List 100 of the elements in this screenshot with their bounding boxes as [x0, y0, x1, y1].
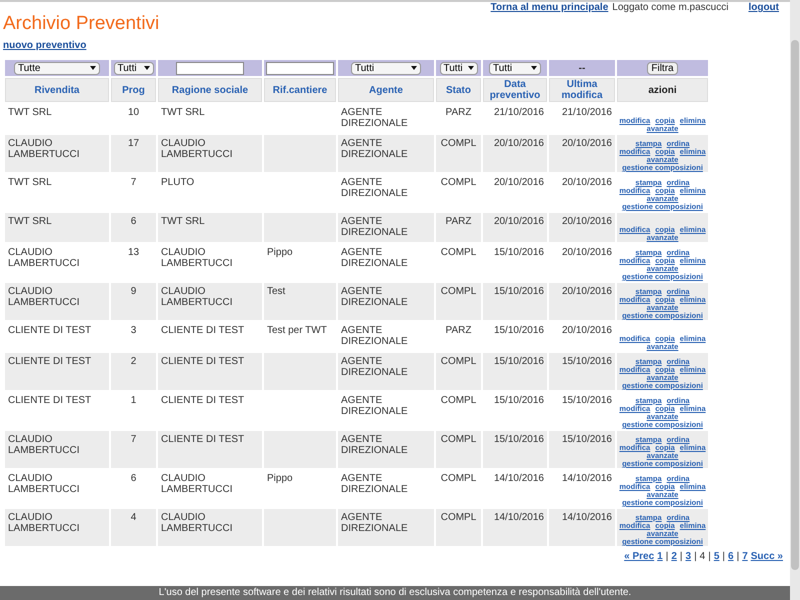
table-cell-text: COMPL [440, 473, 476, 484]
dropdown-arrow-icon [531, 66, 537, 70]
table-cell-text: 21/10/2016 [562, 107, 612, 118]
filter-select[interactable]: Tutti [114, 62, 154, 74]
table-cell-text: 15/10/2016 [494, 356, 544, 367]
page-link[interactable]: « Prec [624, 549, 654, 564]
table-cell-text: 6 [130, 473, 136, 484]
table-cell-text: 20/10/2016 [562, 138, 612, 149]
dropdown-arrow-icon [468, 66, 474, 70]
table-cell-text: 3 [130, 325, 136, 336]
table-cell-text: TWT SRL [8, 107, 52, 118]
table-cell-text: CLIENTE DI TEST [8, 356, 92, 367]
table-cell-text: PARZ [446, 107, 472, 118]
table-cell-text: 7 [130, 434, 136, 445]
filter-select[interactable]: Tutti [440, 62, 478, 74]
table-cell-text: COMPL [440, 356, 476, 367]
page-link[interactable]: 7 [742, 549, 748, 564]
table-cell-text: CLAUDIO LAMBERTUCCI [161, 286, 232, 308]
page-title: Archivio Preventivi [3, 13, 160, 35]
table-cell-text: COMPL [440, 138, 476, 149]
table-cell-text: AGENTE DIREZIONALE [341, 325, 408, 347]
scrollbar[interactable] [790, 0, 800, 600]
table-cell-text: 15/10/2016 [494, 434, 544, 445]
table-cell-text: AGENTE DIREZIONALE [341, 107, 408, 129]
filter-input[interactable] [176, 62, 244, 74]
table-cell-text: 17 [128, 138, 140, 149]
column-header[interactable]: Agente [338, 78, 434, 102]
column-header[interactable]: Prog [111, 78, 156, 102]
table-cell-text: CLAUDIO LAMBERTUCCI [161, 512, 232, 534]
page-link[interactable]: 1 [657, 549, 663, 564]
table-cell-text: TWT SRL [8, 177, 52, 188]
filter-select[interactable]: Tutti [489, 62, 541, 74]
table-cell-text: COMPL [440, 395, 476, 406]
page-separator: | [736, 550, 740, 564]
table-cell-text: 2 [130, 356, 136, 367]
table-cell-text: CLAUDIO LAMBERTUCCI [161, 247, 232, 269]
column-header[interactable]: Data preventivo [483, 78, 547, 102]
table-cell-text: 20/10/2016 [562, 216, 612, 227]
table-cell-text: 15/10/2016 [494, 395, 544, 406]
page-link[interactable]: 5 [714, 549, 720, 564]
table-cell-text: 6 [130, 216, 136, 227]
new-quote-link[interactable]: nuovo preventivo [3, 38, 86, 53]
table-cell-text: 15/10/2016 [494, 325, 544, 336]
page-link[interactable]: Succ » [750, 549, 783, 564]
filter-select[interactable]: Tutti [351, 62, 421, 74]
table-cell-text: TWT SRL [161, 216, 205, 227]
table-cell-text: AGENTE DIREZIONALE [341, 247, 408, 269]
table-cell-text: AGENTE DIREZIONALE [341, 356, 408, 378]
column-header[interactable]: Rif.cantiere [264, 78, 336, 102]
table-cell-text: 7 [130, 177, 136, 188]
table-cell-text: CLAUDIO LAMBERTUCCI [8, 138, 80, 160]
table-cell-text: Pippo [267, 247, 293, 258]
table-cell-text: COMPL [440, 434, 476, 445]
table-cell-text: CLAUDIO LAMBERTUCCI [8, 286, 80, 308]
dropdown-arrow-icon [144, 66, 150, 70]
table-cell-text: Pippo [267, 473, 293, 484]
filter-placeholder-text: -- [578, 62, 586, 76]
table-cell-text: AGENTE DIREZIONALE [341, 286, 408, 308]
filter-input[interactable] [266, 62, 334, 74]
table-cell-text: Test [267, 286, 286, 297]
column-header[interactable]: Ultima modifica [549, 78, 615, 102]
page-link[interactable]: 6 [728, 549, 734, 564]
table-cell-text: AGENTE DIREZIONALE [341, 473, 408, 495]
table-cell-text: 14/10/2016 [494, 512, 544, 523]
table-cell-text: AGENTE DIREZIONALE [341, 434, 408, 456]
table-cell-text: AGENTE DIREZIONALE [341, 395, 408, 417]
table-cell-text: CLAUDIO LAMBERTUCCI [8, 434, 80, 456]
page-separator: | [708, 550, 711, 564]
table-cell-text: 20/10/2016 [494, 177, 544, 188]
table-cell-text: 15/10/2016 [562, 395, 612, 406]
table-cell-text: CLIENTE DI TEST [161, 395, 244, 406]
table-cell-text: 20/10/2016 [562, 325, 612, 336]
table-cell-text: CLIENTE DI TEST [161, 434, 244, 445]
table-cell-text: COMPL [440, 177, 476, 188]
table-cell-text: 15/10/2016 [494, 286, 544, 297]
logout-link[interactable]: logout [748, 2, 779, 13]
table-cell-text: 1 [130, 395, 136, 406]
column-header[interactable]: Stato [436, 78, 481, 102]
column-header[interactable]: Ragione sociale [158, 78, 262, 102]
table-cell-text: TWT SRL [161, 107, 205, 118]
page-link[interactable]: 4 [700, 549, 706, 564]
table-cell-text: CLAUDIO LAMBERTUCCI [8, 473, 80, 495]
table-cell-text: CLAUDIO LAMBERTUCCI [8, 247, 80, 269]
column-header[interactable]: Rivendita [5, 78, 109, 102]
table-cell-text: COMPL [440, 286, 476, 297]
filter-button[interactable]: Filtra [647, 62, 678, 74]
table-cell-text: 13 [128, 247, 140, 258]
table-cell-text: PARZ [446, 216, 472, 227]
table-cell-text: Test per TWT [267, 325, 327, 336]
logged-user-text: Loggato come m.pascucci [612, 2, 728, 13]
page-link[interactable]: 3 [686, 549, 692, 564]
page-link[interactable]: 2 [671, 549, 677, 564]
table-cell-text: AGENTE DIREZIONALE [341, 512, 408, 534]
table-cell-text: 15/10/2016 [494, 247, 544, 258]
table-cell-text: 10 [128, 107, 140, 118]
filter-select[interactable]: Tutte [14, 62, 100, 74]
main-menu-link[interactable]: Torna al menu principale [490, 2, 608, 13]
dropdown-arrow-icon [90, 66, 96, 70]
table-cell-text: CLAUDIO LAMBERTUCCI [161, 138, 232, 160]
table-cell-text: AGENTE DIREZIONALE [341, 216, 408, 238]
